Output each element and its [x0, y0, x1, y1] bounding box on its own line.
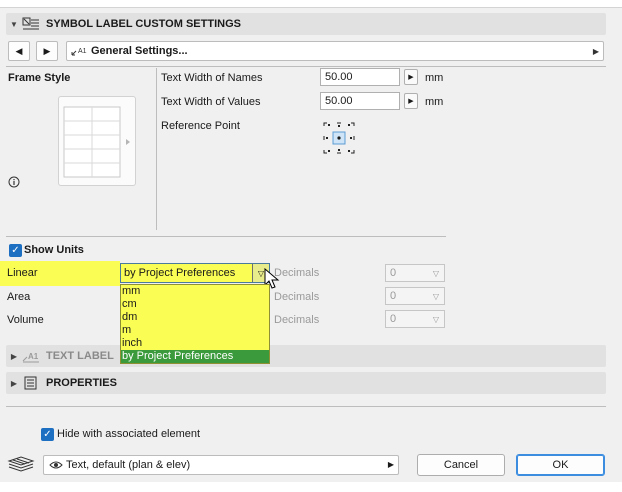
dropdown-option[interactable]: mm	[121, 285, 269, 298]
layer-selector[interactable]: Text, default (plan & elev) ▶	[43, 455, 399, 475]
info-circle-icon[interactable]	[8, 176, 20, 188]
column-divider	[156, 68, 157, 230]
decimals-label: Decimals	[274, 267, 320, 279]
expand-arrow-icon[interactable]: ▶	[6, 352, 22, 361]
decimals-value: 0	[390, 267, 397, 279]
eye-icon	[49, 461, 63, 469]
show-units-checkbox[interactable]: ✓	[9, 244, 22, 257]
layer-selector-value: Text, default (plan & elev)	[66, 459, 191, 471]
text-label-icon: A1	[22, 352, 39, 363]
linear-decimals-select[interactable]: 0 ▽	[385, 264, 445, 282]
divider	[6, 66, 606, 67]
svg-text:A1: A1	[78, 48, 87, 55]
section-title: PROPERTIES	[46, 377, 117, 389]
chevron-down-icon: ▽	[432, 291, 440, 301]
frame-style-title: Frame Style	[8, 72, 71, 84]
page-selector-label: General Settings...	[91, 45, 188, 57]
frame-style-preview-icon	[63, 106, 130, 178]
expand-arrow-icon[interactable]: ▼	[6, 20, 22, 29]
linear-unit-value: by Project Preferences	[124, 267, 236, 279]
names-arrow-button[interactable]: ▶	[404, 69, 418, 85]
area-label: Area	[7, 291, 31, 303]
frame-style-picker[interactable]	[58, 96, 136, 186]
caret-right-icon: ▶	[387, 460, 394, 469]
hide-with-element-checkbox[interactable]: ✓	[41, 428, 54, 441]
linear-unit-dropdown-list[interactable]: mm cm dm m inch by Project Preferences	[120, 284, 270, 364]
label-page-icon: A1	[71, 48, 87, 56]
reference-point-grid[interactable]	[322, 121, 356, 155]
section-title: SYMBOL LABEL CUSTOM SETTINGS	[46, 18, 241, 30]
text-width-names-input[interactable]: 50.00	[320, 68, 400, 86]
section-title: TEXT LABEL	[46, 350, 114, 362]
previous-section-edge	[0, 0, 622, 8]
svg-text:A1: A1	[28, 352, 39, 361]
chevron-down-icon: ▽	[432, 314, 440, 324]
section-symbol-label-settings[interactable]: ▼ SYMBOL LABEL CUSTOM SETTINGS	[6, 13, 606, 35]
chevron-down-icon: ▽	[432, 268, 440, 278]
previous-page-button[interactable]: ◀	[8, 41, 30, 61]
volume-decimals-select[interactable]: 0 ▽	[385, 310, 445, 328]
unit-label: mm	[425, 72, 444, 84]
properties-list-icon	[24, 376, 37, 390]
triangle-right-icon: ▶	[43, 45, 51, 56]
linear-unit-select[interactable]: by Project Preferences ▽	[120, 263, 270, 283]
section-text-label[interactable]: ▶ A1 TEXT LABEL	[6, 345, 606, 367]
decimals-label: Decimals	[274, 291, 320, 303]
checkmark-icon: ✓	[43, 429, 52, 440]
ok-button[interactable]: OK	[516, 454, 605, 476]
anchor-grid-icon	[323, 122, 355, 154]
background-canvas-edge	[0, 482, 622, 492]
cancel-button[interactable]: Cancel	[417, 454, 505, 476]
decimals-label: Decimals	[274, 314, 320, 326]
dropdown-option-selected[interactable]: by Project Preferences	[121, 350, 269, 363]
text-width-names-label: Text Width of Names	[161, 72, 263, 84]
decimals-value: 0	[390, 313, 397, 325]
expand-arrow-icon[interactable]: ▶	[6, 379, 22, 388]
triangle-right-icon: ▶	[408, 98, 414, 105]
dropdown-option[interactable]: m	[121, 324, 269, 337]
next-page-button[interactable]: ▶	[36, 41, 58, 61]
layers-icon	[7, 456, 35, 472]
dropdown-option[interactable]: inch	[121, 337, 269, 350]
triangle-right-icon: ▶	[408, 74, 414, 81]
dropdown-option[interactable]: cm	[121, 298, 269, 311]
decimals-value: 0	[390, 290, 397, 302]
symbol-label-icon	[22, 17, 39, 30]
caret-right-icon: ▶	[592, 46, 599, 56]
text-width-values-label: Text Width of Values	[161, 96, 261, 108]
hide-with-element-label: Hide with associated element	[57, 428, 201, 440]
checkmark-icon: ✓	[11, 245, 20, 256]
volume-label: Volume	[7, 314, 44, 326]
section-properties[interactable]: ▶ PROPERTIES	[6, 372, 606, 394]
area-decimals-select[interactable]: 0 ▽	[385, 287, 445, 305]
dropdown-option[interactable]: dm	[121, 311, 269, 324]
show-units-label: Show Units	[24, 244, 84, 256]
values-arrow-button[interactable]: ▶	[404, 93, 418, 109]
linear-label: Linear	[7, 267, 38, 279]
unit-label: mm	[425, 96, 444, 108]
text-width-values-input[interactable]: 50.00	[320, 92, 400, 110]
reference-point-label: Reference Point	[161, 120, 240, 132]
page-selector[interactable]: A1 General Settings... ▶	[66, 41, 604, 61]
divider	[6, 236, 446, 237]
divider	[6, 406, 606, 407]
triangle-left-icon: ◀	[15, 45, 23, 56]
